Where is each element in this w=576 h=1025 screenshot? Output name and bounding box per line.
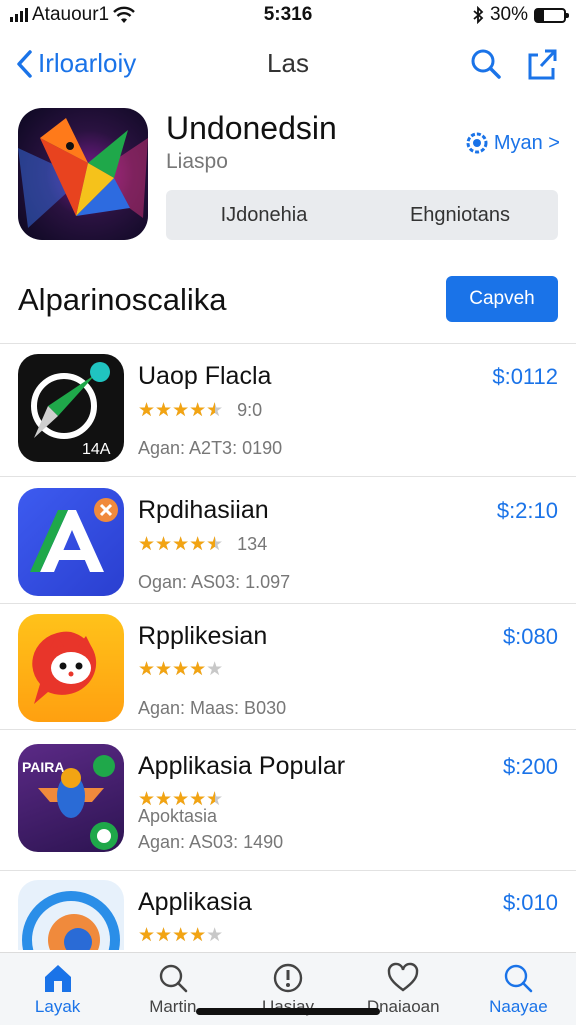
game-character-icon: PAIRA (22, 755, 118, 850)
app-icon: 14A (18, 354, 124, 462)
heart-icon (388, 962, 419, 992)
featured-app-subtitle: Liaspo (166, 150, 228, 173)
battery-icon (534, 7, 569, 23)
app-meta: Ogan: AS03: 1.097 (138, 572, 291, 592)
divider (0, 729, 576, 730)
navigation-bar: Irloarloiy Las (0, 36, 576, 92)
app-meta: Agan: A2T3: 0190 (138, 438, 283, 458)
tab-item[interactable]: Naayae (461, 953, 576, 1025)
segment-option[interactable]: Ehgniotans (362, 190, 558, 240)
app-icon (18, 614, 124, 722)
featured-app-icon[interactable] (18, 108, 148, 240)
segment-option[interactable]: IJdonehia (166, 190, 362, 240)
bird-logo-icon (18, 118, 148, 228)
rating-count: 134 (237, 534, 268, 554)
battery-fill (536, 9, 545, 21)
back-button[interactable]: Irloarloiy (14, 48, 136, 79)
app-price[interactable]: $:080 (503, 624, 558, 650)
star-rating: ★★★★★★★★★★ (138, 925, 224, 946)
share-button[interactable] (524, 46, 560, 82)
app-price[interactable]: $:200 (503, 754, 558, 780)
bluetooth-icon (473, 6, 484, 24)
primary-action-button[interactable]: Capveh (446, 276, 558, 322)
app-icon: PAIRA (18, 744, 124, 852)
app-meta: Agan: Maas: B030 (138, 698, 287, 718)
search-icon (471, 49, 501, 79)
app-icon (18, 488, 124, 596)
status-bar: Atauour1 5:316 30% (0, 0, 576, 30)
app-icon-badge: PAIRA (22, 759, 65, 775)
home-icon (44, 965, 71, 992)
compass-pen-icon: 14A (31, 362, 111, 458)
tab-item[interactable]: Layak (0, 953, 115, 1025)
tab-label: Naayae (489, 997, 548, 1016)
chevron-left-icon (17, 49, 32, 78)
gear-icon (466, 132, 488, 154)
app-icon (18, 880, 124, 950)
tab-label: Martin (149, 997, 197, 1016)
section-title: Alparinoscalika (18, 282, 227, 317)
star-rating: ★★★★★★★★★★ (138, 534, 224, 555)
cat-chat-icon (32, 631, 97, 704)
search-icon (505, 964, 533, 993)
app-name: Rpplikesian (138, 622, 268, 650)
divider (0, 603, 576, 604)
divider (0, 476, 576, 477)
app-rating: ★★★★★★★★★★ 9:0 (138, 400, 262, 421)
app-name: Uaop Flacla (138, 362, 272, 390)
divider (0, 343, 576, 344)
status-right: 30% (472, 4, 569, 26)
back-label: Irloarloiy (38, 48, 137, 78)
search-button[interactable] (468, 46, 504, 82)
app-rating: ★★★★★★★★★★ 134 (138, 534, 267, 555)
app-name: Applikasia Popular (138, 752, 346, 780)
share-icon (528, 49, 557, 80)
home-indicator (196, 1008, 380, 1015)
app-rating: ★★★★★★★★★★ (138, 660, 223, 679)
segmented-control: IJdonehia Ehgniotans (166, 190, 558, 240)
star-rating: ★★★★★★★★★★ (138, 659, 224, 680)
battery-percent: 30% (489, 4, 528, 25)
app-price[interactable]: $:2:10 (497, 498, 558, 524)
star-rating: ★★★★★★★★★★ (138, 400, 224, 421)
featured-link-label: Myan > (493, 131, 560, 154)
tab-label: Layak (34, 997, 81, 1016)
app-rating: ★★★★★★★★★★ (138, 926, 223, 945)
featured-link[interactable]: Myan > (464, 130, 560, 156)
featured-app: Undonedsin Liaspo Myan > IJdonehia Ehgni… (18, 108, 560, 248)
app-icon-badge: 14A (82, 441, 111, 458)
rating-count: 9:0 (237, 400, 263, 420)
app-meta: Agan: AS03: 1490 (138, 832, 284, 852)
alert-icon (273, 963, 303, 993)
browser-swirl-icon (22, 891, 120, 950)
app-price[interactable]: $:0112 (492, 364, 558, 390)
divider (0, 870, 576, 871)
search-icon (159, 964, 188, 993)
app-price[interactable]: $:010 (503, 890, 558, 916)
letter-a-icon (30, 498, 118, 572)
app-name: Applikasia (138, 888, 252, 916)
featured-app-name: Undonedsin (166, 110, 337, 146)
app-name: Rpdihasiian (138, 496, 269, 524)
app-category: Apoktasia (138, 806, 218, 826)
